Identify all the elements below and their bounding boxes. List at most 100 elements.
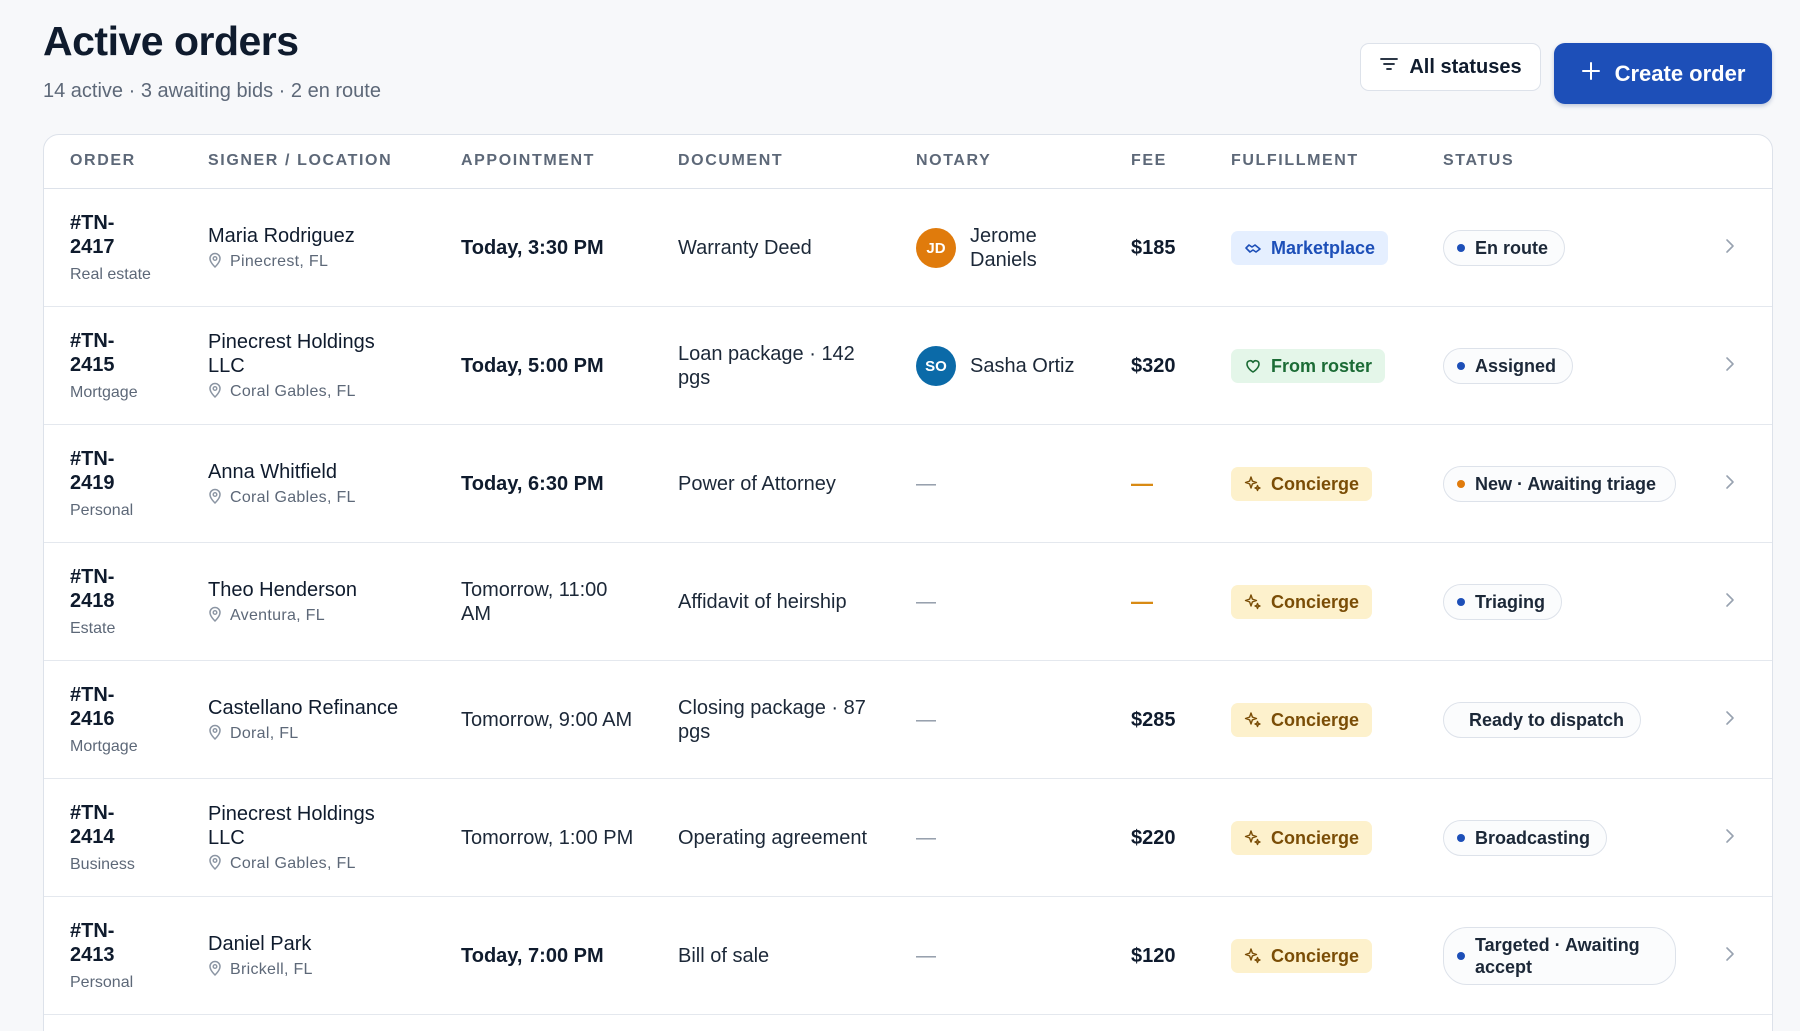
appointment-time: Today, 3:30 PM: [461, 237, 604, 259]
fulfillment-cell: Concierge: [1231, 897, 1373, 1015]
appointment-cell: Today, 5:00 PM: [461, 307, 661, 425]
avatar: JD: [916, 228, 956, 268]
table-row[interactable]: #TN-2413 Personal Daniel Park Brickell, …: [44, 897, 1772, 1015]
column-header-signer-location[interactable]: SIGNER / LOCATION: [208, 152, 392, 170]
fulfillment-badge: Concierge: [1231, 703, 1373, 737]
fee-value: —: [1131, 589, 1153, 614]
fulfillment-label: Concierge: [1271, 945, 1360, 966]
signer-name: Maria Rodriguez: [208, 224, 355, 247]
notary-name: Jerome Daniels: [970, 225, 1037, 271]
document-name: Bill of sale: [678, 945, 770, 967]
column-header-fee[interactable]: FEE: [1131, 152, 1167, 170]
column-header-document[interactable]: DOCUMENT: [678, 152, 783, 170]
notary-empty: —: [916, 708, 936, 731]
active-orders-page: Active orders 14 active · 3 awaiting bid…: [0, 0, 1800, 1031]
status-label: Assigned: [1475, 356, 1557, 376]
location-text: Brickell, FL: [230, 961, 313, 978]
location-text: Coral Gables, FL: [230, 383, 356, 400]
status-badge: Targeted · Awaiting accept: [1443, 927, 1676, 985]
order-id[interactable]: #TN-2417: [70, 211, 140, 259]
orders-table: ORDER SIGNER / LOCATION APPOINTMENT DOCU…: [43, 134, 1773, 1031]
document-name: Loan package · 142 pgs: [678, 343, 855, 389]
document-cell: Operating agreement: [678, 779, 868, 897]
column-header-appointment[interactable]: APPOINTMENT: [461, 152, 595, 170]
fulfillment-badge: Concierge: [1231, 585, 1373, 619]
column-header-fulfillment[interactable]: FULFILLMENT: [1231, 152, 1359, 170]
appointment-time: Today, 5:00 PM: [461, 355, 604, 377]
document-cell: Warranty Deed: [678, 189, 868, 307]
appointment-time: Tomorrow, 9:00 AM: [461, 709, 633, 731]
order-cell: #TN-2414 Business: [70, 779, 140, 897]
fulfillment-badge: From roster: [1231, 349, 1386, 383]
status-cell: Triaging: [1443, 543, 1563, 661]
order-cell: #TN-2415 Mortgage: [70, 307, 140, 425]
status-label: Triaging: [1475, 592, 1546, 612]
chevron-right-icon[interactable]: [1724, 474, 1736, 495]
table-header: ORDER SIGNER / LOCATION APPOINTMENT DOCU…: [44, 135, 1772, 189]
chevron-right-icon[interactable]: [1724, 592, 1736, 613]
order-type: Personal: [70, 502, 134, 519]
location-pin-icon: [208, 488, 222, 509]
sparkle-icon: [1244, 711, 1262, 729]
order-id[interactable]: #TN-2414: [70, 801, 140, 849]
page-title: Active orders: [43, 18, 299, 64]
order-type: Mortgage: [70, 738, 138, 755]
fulfillment-badge: Concierge: [1231, 939, 1373, 973]
signer-name: Anna Whitfield: [208, 460, 337, 483]
table-row[interactable]: #TN-2414 Business Pinecrest Holdings LLC…: [44, 779, 1772, 897]
create-order-button[interactable]: Create order: [1554, 43, 1772, 104]
table-row[interactable]: #TN-2415 Mortgage Pinecrest Holdings LLC…: [44, 307, 1772, 425]
order-cell: #TN-2416 Mortgage: [70, 661, 140, 779]
fee-value: $285: [1131, 708, 1176, 731]
fulfillment-badge: Concierge: [1231, 821, 1373, 855]
document-name: Power of Attorney: [678, 473, 836, 495]
fee-value: $220: [1131, 826, 1176, 849]
location-pin-icon: [208, 960, 222, 981]
chevron-right-icon[interactable]: [1724, 828, 1736, 849]
column-header-notary[interactable]: NOTARY: [916, 152, 991, 170]
heart-icon: [1244, 357, 1262, 375]
status-filter-button[interactable]: All statuses: [1360, 43, 1541, 91]
signer-location: Doral, FL: [208, 724, 408, 745]
location-text: Pinecrest, FL: [230, 253, 329, 270]
sparkle-icon: [1244, 829, 1262, 847]
table-row[interactable]: #TN-2418 Estate Theo Henderson Aventura,…: [44, 543, 1772, 661]
status-badge: En route: [1443, 230, 1566, 266]
status-cell: Assigned: [1443, 307, 1574, 425]
handshake-icon: [1244, 239, 1262, 257]
chevron-right-icon[interactable]: [1724, 710, 1736, 731]
order-id[interactable]: #TN-2415: [70, 329, 140, 377]
order-cell: #TN-2417 Real estate: [70, 189, 151, 307]
appointment-cell: Today, 7:00 PM: [461, 897, 661, 1015]
fulfillment-label: Marketplace: [1271, 237, 1376, 258]
fee-cell: $120: [1131, 897, 1176, 1015]
order-type: Business: [70, 856, 135, 873]
location-pin-icon: [208, 606, 222, 627]
order-id[interactable]: #TN-2416: [70, 683, 140, 731]
notary-cell: JD Jerome Daniels: [916, 189, 1080, 307]
notary-empty: —: [916, 826, 936, 849]
fulfillment-cell: Marketplace: [1231, 189, 1389, 307]
notary-cell: SO Sasha Ortiz: [916, 307, 1080, 425]
filter-icon: [1379, 54, 1399, 80]
order-type: Personal: [70, 974, 134, 991]
fulfillment-cell: From roster: [1231, 307, 1386, 425]
fulfillment-label: From roster: [1271, 355, 1373, 376]
notary-empty: —: [916, 590, 936, 613]
notary-empty: —: [916, 944, 936, 967]
table-row[interactable]: #TN-2416 Mortgage Castellano Refinance D…: [44, 661, 1772, 779]
column-header-order[interactable]: ORDER: [70, 152, 136, 170]
chevron-right-icon[interactable]: [1724, 356, 1736, 377]
column-header-status[interactable]: STATUS: [1443, 152, 1514, 170]
chevron-right-icon[interactable]: [1724, 238, 1736, 259]
table-row[interactable]: #TN-2417 Real estate Maria Rodriguez Pin…: [44, 189, 1772, 307]
order-id[interactable]: #TN-2413: [70, 919, 140, 967]
table-row[interactable]: #TN-2419 Personal Anna Whitfield Coral G…: [44, 425, 1772, 543]
fulfillment-label: Concierge: [1271, 591, 1360, 612]
document-cell: Loan package · 142 pgs: [678, 307, 868, 425]
signer-location: Pinecrest, FL: [208, 252, 408, 273]
order-id[interactable]: #TN-2419: [70, 447, 140, 495]
order-type: Real estate: [70, 266, 151, 283]
chevron-right-icon[interactable]: [1724, 946, 1736, 967]
order-id[interactable]: #TN-2418: [70, 565, 140, 613]
